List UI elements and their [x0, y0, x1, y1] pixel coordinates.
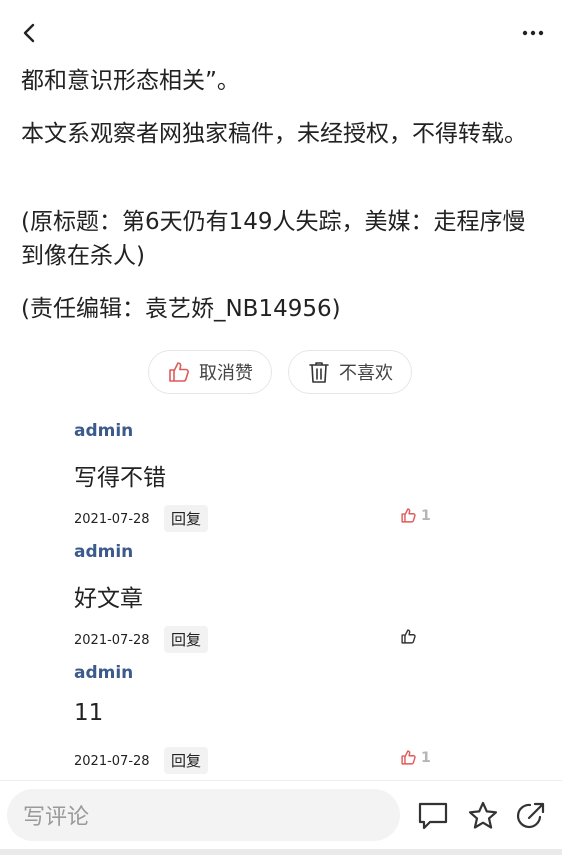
chevron-left-icon	[23, 23, 35, 43]
trash-icon	[307, 360, 331, 384]
dislike-button[interactable]: 不喜欢	[288, 350, 412, 394]
thumbs-up-icon	[400, 749, 417, 766]
share-icon	[516, 802, 545, 829]
editor-credit: (责任编辑：袁艺娇_NB14956)	[21, 296, 341, 322]
comment-like-count: 1	[421, 749, 431, 766]
reply-button[interactable]: 回复	[164, 626, 209, 653]
comment-username[interactable]: admin	[74, 663, 133, 683]
bottom-edge	[0, 849, 562, 855]
comment-like-button[interactable]: 1	[400, 749, 431, 766]
share-button[interactable]	[514, 799, 548, 833]
comment-like-count: 1	[421, 507, 431, 524]
comment-like-button[interactable]	[400, 628, 421, 645]
article-actions: 取消赞 不喜欢	[0, 350, 562, 398]
comment-username[interactable]: admin	[74, 542, 133, 562]
comment-text: 11	[74, 700, 104, 726]
favorite-button[interactable]	[466, 799, 500, 833]
unlike-label: 取消赞	[199, 363, 253, 384]
bottom-bar: 写评论	[0, 780, 562, 856]
dislike-label: 不喜欢	[339, 363, 393, 384]
article-paragraph: 都和意识形态相关”。	[21, 68, 240, 94]
article-paragraph: 本文系观察者网独家稿件，未经授权，不得转载。	[21, 121, 527, 147]
star-icon	[468, 801, 498, 829]
comment-like-button[interactable]: 1	[400, 507, 431, 524]
thumbs-up-icon	[167, 360, 191, 384]
comment-username[interactable]: admin	[74, 421, 133, 441]
unlike-button[interactable]: 取消赞	[148, 350, 272, 394]
back-button[interactable]	[14, 18, 44, 48]
comment-icon	[418, 802, 448, 830]
comment-text: 好文章	[74, 586, 143, 612]
comment-date: 2021-07-28	[74, 512, 150, 527]
comment-input[interactable]: 写评论	[7, 789, 400, 841]
reply-button[interactable]: 回复	[164, 747, 209, 774]
more-dots-icon	[522, 30, 544, 36]
thumbs-up-icon	[400, 628, 417, 645]
article-paragraph: (原标题：第6天仍有149人失踪，美媒：走程序慢到像在杀人)	[21, 209, 526, 269]
comment-text: 写得不错	[74, 465, 166, 491]
comment-date: 2021-07-28	[74, 754, 150, 769]
comment-date: 2021-07-28	[74, 633, 150, 648]
comment-button[interactable]	[416, 799, 450, 833]
top-bar	[0, 0, 562, 62]
more-button[interactable]	[518, 18, 548, 48]
reply-button[interactable]: 回复	[164, 505, 209, 532]
thumbs-up-icon	[400, 507, 417, 524]
